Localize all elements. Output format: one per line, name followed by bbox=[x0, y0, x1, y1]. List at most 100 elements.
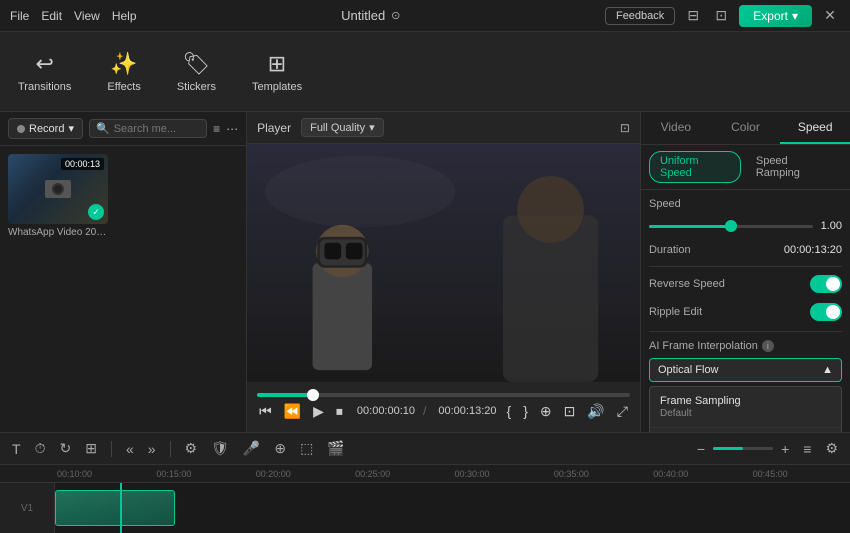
transitions-label: Transitions bbox=[18, 81, 71, 93]
fullscreen-button[interactable]: ⤢ bbox=[615, 401, 630, 422]
timeline-back-btn[interactable]: « bbox=[122, 439, 138, 459]
option-frame-sampling[interactable]: Frame Sampling Default bbox=[650, 387, 841, 428]
toolbar-templates[interactable]: ⊞ Templates bbox=[244, 47, 310, 97]
menu-view[interactable]: View bbox=[74, 9, 100, 23]
list-item[interactable]: 00:00:13 ✓ WhatsApp Video 2023-10-05... bbox=[8, 154, 108, 238]
search-box[interactable]: 🔍 bbox=[89, 119, 207, 138]
zoom-in-btn[interactable]: + bbox=[777, 439, 793, 459]
export-button[interactable]: Export ▾ bbox=[739, 5, 812, 27]
close-icon[interactable]: ✕ bbox=[820, 7, 840, 24]
effects-icon: ✨ bbox=[110, 51, 137, 77]
progress-bar[interactable] bbox=[257, 393, 630, 397]
main-layout: Record ▾ 🔍 ≡ ⋯ bbox=[0, 112, 850, 432]
window-icon1[interactable]: ⊟ bbox=[683, 7, 703, 24]
menu-help[interactable]: Help bbox=[112, 9, 137, 23]
record-button[interactable]: Record ▾ bbox=[8, 118, 83, 139]
window-icon2[interactable]: ⊡ bbox=[711, 7, 731, 24]
templates-label: Templates bbox=[252, 81, 302, 93]
progress-handle[interactable] bbox=[307, 389, 319, 401]
menu-file[interactable]: File bbox=[10, 9, 29, 23]
title-edit-icon[interactable]: ⊙ bbox=[391, 9, 400, 22]
timeline-rotate-btn[interactable]: ↻ bbox=[55, 438, 75, 459]
speed-track[interactable] bbox=[649, 225, 813, 228]
transitions-icon: ↩ bbox=[35, 51, 53, 77]
step-back-button[interactable]: ⏪ bbox=[282, 401, 303, 422]
subtab-speed-ramping[interactable]: Speed Ramping bbox=[745, 151, 842, 183]
more-icon[interactable]: ⋯ bbox=[226, 122, 238, 136]
time-separator: / bbox=[423, 404, 426, 418]
record-dot-icon bbox=[17, 125, 25, 133]
ripple-edit-toggle[interactable] bbox=[810, 303, 842, 321]
optical-flow-dropdown[interactable]: Optical Flow ▲ bbox=[649, 358, 842, 382]
track-clip[interactable] bbox=[55, 490, 175, 526]
media-grid: 00:00:13 ✓ WhatsApp Video 2023-10-05... bbox=[0, 146, 246, 246]
tab-speed[interactable]: Speed bbox=[780, 112, 850, 144]
timeline-grid-btn[interactable]: ⊞ bbox=[81, 438, 101, 459]
info-icon[interactable]: i bbox=[762, 340, 774, 352]
speed-handle[interactable] bbox=[725, 220, 737, 232]
expand-icon[interactable]: ⊡ bbox=[620, 121, 630, 135]
search-input[interactable] bbox=[114, 123, 200, 135]
media-duration: 00:00:13 bbox=[61, 158, 104, 170]
zoom-fill bbox=[713, 447, 743, 450]
toolbar-effects[interactable]: ✨ Effects bbox=[99, 47, 148, 97]
timeline-frame-btn[interactable]: ⬚ bbox=[296, 438, 317, 459]
dropdown-selected-label: Optical Flow bbox=[658, 364, 719, 376]
quality-selector[interactable]: Full Quality ▾ bbox=[301, 118, 384, 137]
menu-edit[interactable]: Edit bbox=[41, 9, 62, 23]
media-thumbnail: 00:00:13 ✓ bbox=[8, 154, 108, 224]
play-button[interactable]: ▶ bbox=[311, 401, 326, 422]
speed-label: Speed bbox=[649, 198, 681, 210]
zoom-slider: − + bbox=[693, 439, 793, 459]
ripple-toggle-knob bbox=[826, 305, 840, 319]
mark-out-button[interactable]: } bbox=[521, 401, 530, 421]
stop-button[interactable]: ⏹ bbox=[334, 401, 345, 422]
toolbar-stickers[interactable]: 🏷 Stickers bbox=[169, 47, 224, 97]
ruler-mark-3: 00:20:00 bbox=[254, 469, 353, 479]
tab-video[interactable]: Video bbox=[641, 112, 711, 144]
feedback-button[interactable]: Feedback bbox=[605, 7, 675, 25]
ruler-mark-7: 00:40:00 bbox=[651, 469, 750, 479]
track-content[interactable] bbox=[55, 483, 850, 533]
timeline-text-btn[interactable]: T bbox=[8, 439, 25, 459]
timeline-layout-btn[interactable]: ≡ bbox=[799, 439, 815, 459]
filter-icon[interactable]: ≡ bbox=[213, 122, 220, 136]
video-placeholder bbox=[247, 144, 640, 382]
zoom-out-btn[interactable]: − bbox=[693, 439, 709, 459]
volume-button[interactable]: 🔊 bbox=[585, 401, 606, 422]
playhead bbox=[120, 483, 122, 533]
speed-slider-container: 1.00 bbox=[649, 220, 842, 232]
mark-in-button[interactable]: { bbox=[505, 401, 514, 421]
timeline-settings-btn[interactable]: ⚙ bbox=[181, 438, 202, 459]
insert-button[interactable]: ⊕ bbox=[538, 401, 554, 422]
timeline-toolbar: T ⏱ ↻ ⊞ « » ⚙ 🛡 🎤 ⊕ ⬚ 🎬 − + ≡ ⚙ bbox=[0, 433, 850, 465]
tab-color[interactable]: Color bbox=[711, 112, 781, 144]
crop-button[interactable]: ⊡ bbox=[562, 401, 578, 422]
ai-frame-label: AI Frame Interpolation i bbox=[649, 340, 842, 352]
speed-row: Speed bbox=[649, 198, 842, 210]
reverse-speed-row: Reverse Speed bbox=[649, 275, 842, 293]
timeline-add-btn[interactable]: ⊕ bbox=[270, 438, 290, 459]
timeline-clapperboard-btn[interactable]: 🎬 bbox=[323, 438, 348, 459]
timeline-shield-btn[interactable]: 🛡 bbox=[207, 438, 233, 459]
timeline-timer-btn[interactable]: ⏱ bbox=[31, 438, 50, 459]
timeline-config-btn[interactable]: ⚙ bbox=[821, 438, 842, 459]
skip-back-button[interactable]: ⏮ bbox=[257, 401, 274, 422]
window-title: Untitled bbox=[341, 8, 385, 23]
clip-inner bbox=[56, 491, 174, 525]
left-panel: Record ▾ 🔍 ≡ ⋯ bbox=[0, 112, 247, 432]
total-time: 00:00:13:20 bbox=[438, 405, 496, 417]
player-controls: ⏮ ⏪ ▶ ⏹ 00:00:00:10 / 00:00:13:20 { } ⊕ … bbox=[247, 382, 640, 432]
timeline-mic-btn[interactable]: 🎤 bbox=[239, 438, 264, 459]
stickers-label: Stickers bbox=[177, 81, 216, 93]
toolbar-transitions[interactable]: ↩ Transitions bbox=[10, 47, 79, 97]
reverse-speed-toggle[interactable] bbox=[810, 275, 842, 293]
subtab-uniform-speed[interactable]: Uniform Speed bbox=[649, 151, 741, 183]
divider1 bbox=[649, 266, 842, 267]
export-chevron-icon: ▾ bbox=[792, 9, 798, 23]
zoom-track[interactable] bbox=[713, 447, 773, 450]
timeline-fwd-btn[interactable]: » bbox=[144, 439, 160, 459]
dropdown-chevron-icon: ▲ bbox=[822, 364, 833, 376]
toggle-knob bbox=[826, 277, 840, 291]
title-bar: File Edit View Help Untitled ⊙ Feedback … bbox=[0, 0, 850, 32]
